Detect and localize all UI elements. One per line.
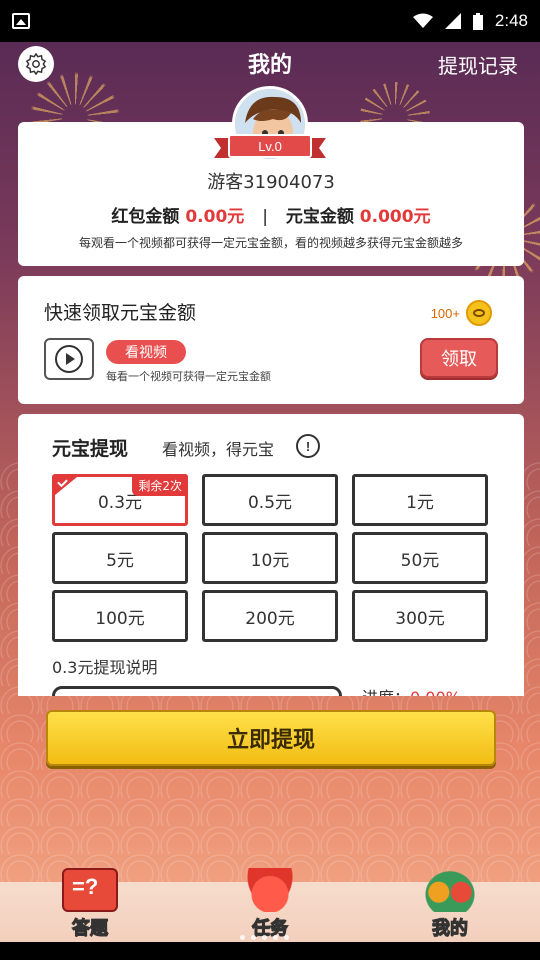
amount-option[interactable]: 200元 [202,590,338,642]
nav-item-answer[interactable]: 答题 [0,868,180,942]
amount-grid: 剩余2次 0.3元 0.5元 1元 5元 10元 50元 100元 200元 3… [52,474,490,642]
quick-claim-title: 快速领取元宝金额 [44,302,197,324]
quick-claim-tip: 每看一个视频可获得一定元宝金额 [106,370,271,383]
amount-option[interactable]: 10元 [202,532,338,584]
profile-tip: 每观看一个视频都可获得一定元宝金额，看的视频越多获得元宝金额越多 [78,236,463,250]
amount-option[interactable]: 剩余2次 0.3元 [52,474,188,526]
level-badge: Lv.0 [214,134,326,158]
checkmark-icon [55,477,77,495]
question-card-icon [62,868,118,912]
page-indicator [240,935,289,940]
username: 游客31904073 [207,172,335,193]
red-packet-amount: 0.00元 [185,207,245,227]
amount-option[interactable]: 1元 [352,474,488,526]
balance-separator: | [262,207,268,227]
video-play-icon [44,338,94,380]
reward-count-text: 100+ [430,305,460,321]
progress-text: 进度：0.00% [362,684,461,696]
amount-label: 5元 [106,550,134,571]
level-text: Lv.0 [228,134,312,158]
nav-label: 答题 [72,918,109,940]
amount-label: 50元 [400,550,440,571]
withdraw-card: 元宝提现 看视频，得元宝 ! 剩余2次 0.3元 0.5元 1元 5元 10元 … [18,414,524,696]
wifi-icon [412,13,433,28]
info-icon[interactable]: ! [296,434,320,458]
lucky-bag-icon [242,868,298,912]
withdraw-record-link[interactable]: 提现记录 [438,50,518,79]
amount-option[interactable]: 50元 [352,532,488,584]
amount-label: 200元 [245,608,295,629]
nav-label: 我的 [432,918,469,940]
withdraw-title: 元宝提现 [52,438,129,460]
watch-video-tag: 看视频 [106,340,186,364]
lion-dance-icon [422,868,478,912]
bottom-nav: 答题 任务 我的 [0,868,540,942]
image-notification-icon [12,13,30,29]
withdraw-description: 0.3元提现说明 [52,658,158,677]
signal-icon [444,13,461,29]
clock-time: 2:48 [494,11,528,30]
withdraw-subtitle: 看视频，得元宝 [162,440,275,459]
amount-option[interactable]: 0.5元 [202,474,338,526]
amount-option[interactable]: 300元 [352,590,488,642]
battery-icon [472,12,483,30]
amount-label: 0.5元 [247,492,293,513]
amount-label: 100元 [95,608,145,629]
yuanbao-coin-icon [466,300,492,326]
claim-button[interactable]: 领取 [420,338,498,378]
amount-label: 10元 [250,550,290,571]
yuanbao-amount: 0.000元 [359,207,431,227]
quick-claim-card: 快速领取元宝金额 100+ 看视频 每看一个视频可获得一定元宝金额 领取 [18,276,524,404]
amount-label: 300元 [395,608,445,629]
amount-option[interactable]: 100元 [52,590,188,642]
header: 我的 提现记录 [0,42,540,84]
progress-label: 进度： [362,688,410,696]
withdraw-now-button[interactable]: 立即提现 [46,710,496,766]
system-nav-bar [0,942,540,960]
nav-item-task[interactable]: 任务 [180,868,360,942]
reward-count: 100+ [431,300,492,326]
progress-bar [52,686,342,696]
gear-icon [25,53,47,75]
remaining-badge: 剩余2次 [132,474,188,496]
settings-button[interactable] [18,46,54,82]
yuanbao-label: 元宝金额 [285,207,354,227]
nav-item-mine[interactable]: 我的 [360,868,540,942]
amount-label: 1元 [406,492,434,513]
red-packet-label: 红包金额 [111,207,180,227]
progress-value: 0.00% [410,688,461,696]
page-title: 我的 [247,53,292,78]
amount-option[interactable]: 5元 [52,532,188,584]
balance-row: 红包金额 0.00元 | 元宝金额 0.000元 [18,202,524,227]
status-bar: 2:48 [0,0,540,42]
